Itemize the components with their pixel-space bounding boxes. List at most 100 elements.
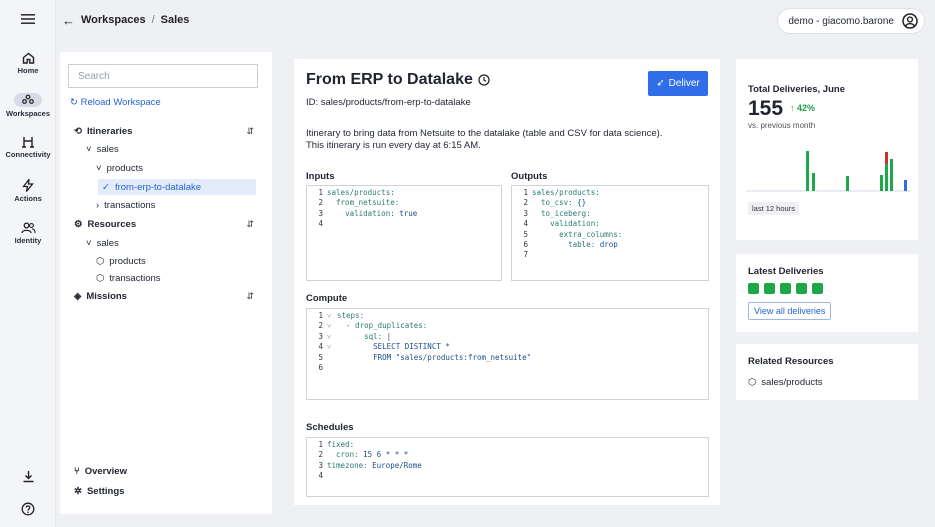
code-line[interactable]: 5 FROM "sales/products:from_netsuite" (307, 353, 708, 363)
back-arrow-icon[interactable]: ← (62, 13, 75, 28)
range-chip[interactable]: last 12 hours (748, 202, 799, 215)
fold-icon: ˅ (327, 331, 332, 341)
fold-icon (327, 353, 337, 363)
code-line[interactable]: 4 (307, 471, 708, 481)
code-line[interactable]: 3 timezone: Europe/Rome (307, 461, 708, 471)
user-menu[interactable]: demo - giacomo.barone (777, 8, 925, 34)
delivery-status-dot[interactable] (796, 283, 807, 294)
code-line[interactable]: 3 validation: true (307, 209, 501, 219)
clock-icon (478, 74, 490, 86)
breadcrumb-workspaces[interactable]: Workspaces (81, 14, 146, 26)
tree-selected-label: from-erp-to-datalake (114, 181, 202, 193)
delivery-status-dot[interactable] (780, 283, 791, 294)
code-line[interactable]: 1 sales/products: (512, 188, 708, 198)
tree-products[interactable]: ˅ products (96, 163, 143, 174)
fold-icon (327, 363, 337, 373)
tree-res-transactions[interactable]: ⬡ transactions (96, 273, 161, 284)
rail-workspaces-label: Workspaces (5, 109, 51, 118)
line-number: 3 (523, 208, 528, 218)
total-deliveries-title: Total Deliveries, June (748, 84, 845, 95)
rail-connectivity[interactable]: Connectivity (0, 136, 56, 159)
code-line[interactable]: 6 table: drop (512, 240, 708, 250)
deliveries-bar-chart (746, 151, 911, 192)
download-icon[interactable] (0, 470, 56, 485)
nav-overview[interactable]: ⑂ Overview (74, 466, 127, 477)
related-resource-item[interactable]: ⬡ sales/products (748, 377, 823, 388)
line-number: 3 (318, 331, 323, 341)
rail-workspaces[interactable]: Workspaces (0, 93, 56, 118)
code-line[interactable]: 4 (307, 219, 501, 229)
code-line[interactable]: 4 ˅ SELECT DISTINCT * (307, 342, 708, 352)
chevron-down-icon: ˅ (86, 238, 92, 249)
outputs-label: Outputs (511, 171, 548, 182)
delivery-status-dot[interactable] (748, 283, 759, 294)
nav-rail: Home Workspaces Connectivity Actions Ide… (0, 0, 56, 527)
breadcrumb: ← Workspaces / Sales (62, 13, 189, 28)
compute-editor[interactable]: 1 ˅ steps: 2 ˅ - drop_duplicates: 3 ˅ sql: | 4 ˅… (306, 308, 709, 400)
tree-res-sales[interactable]: ˅ sales (86, 238, 119, 249)
line-number: 2 (523, 198, 528, 208)
code-text: validation: (550, 219, 600, 229)
overview-label: Overview (84, 466, 127, 477)
line-number: 6 (318, 363, 323, 373)
code-text: to_iceberg: (541, 208, 591, 218)
code-line[interactable]: 3 to_iceberg: (512, 209, 708, 219)
help-icon[interactable] (0, 502, 56, 518)
code-line[interactable]: 3 ˅ sql: | (307, 332, 708, 342)
code-line[interactable]: 2 to_csv: {} (512, 198, 708, 208)
tree-resources[interactable]: ⚙ Resources (74, 219, 136, 230)
user-avatar-icon (902, 13, 918, 29)
delivery-status-dot[interactable] (764, 283, 775, 294)
outputs-editor[interactable]: 1 sales/products: 2 to_csv: {} 3 to_iceberg… (511, 185, 709, 281)
code-line[interactable]: 6 (307, 363, 708, 373)
line-number: 2 (318, 450, 323, 460)
schedules-editor[interactable]: 1 fixed: 2 cron: 15 6 * * * 3 timezone: Euro… (306, 437, 709, 497)
workspace-tree-panel: Search ↻ Reload Workspace ⟲ Itineraries … (60, 52, 272, 514)
missions-sort-icon[interactable]: ⇵ (246, 291, 254, 302)
code-line[interactable]: 2 cron: 15 6 * * * (307, 450, 708, 460)
reload-icon: ↻ (70, 97, 81, 108)
tree-missions[interactable]: ◈ Missions (74, 291, 127, 302)
deliver-button[interactable]: ➶ Deliver (648, 71, 708, 96)
cube-icon: ⬡ (748, 377, 757, 388)
missions-icon: ◈ (74, 291, 82, 302)
code-line[interactable]: 1 ˅ steps: (307, 311, 708, 321)
code-line[interactable]: 2 ˅ - drop_duplicates: (307, 321, 708, 331)
nav-settings[interactable]: ✲ Settings (74, 486, 124, 497)
delivery-status-dot[interactable] (812, 283, 823, 294)
total-deliveries-card: Total Deliveries, June 155 ↑ 42% vs. pre… (736, 59, 918, 240)
code-text: extra_columns: (559, 229, 623, 239)
tree-sales[interactable]: ˅ sales (86, 144, 119, 155)
tree-itineraries-label: Itineraries (86, 126, 133, 137)
tree-products-label: products (106, 163, 143, 174)
code-line[interactable]: 1 sales/products: (307, 188, 501, 198)
rail-identity[interactable]: Identity (0, 222, 56, 245)
tree-transactions[interactable]: › transactions (96, 200, 155, 211)
line-number: 3 (318, 208, 323, 218)
tree-selected-itinerary[interactable]: ✓ from-erp-to-datalake (98, 179, 256, 195)
rail-actions[interactable]: Actions (0, 179, 56, 203)
chart-bar-current (904, 180, 907, 191)
code-line[interactable]: 2 from_netsuite: (307, 198, 501, 208)
rail-home-label: Home (17, 66, 39, 75)
code-line[interactable]: 4 validation: (512, 219, 708, 229)
rail-home[interactable]: Home (0, 52, 56, 75)
view-all-deliveries-button[interactable]: View all deliveries (748, 302, 832, 320)
page-title: From ERP to Datalake (306, 71, 490, 89)
itineraries-sort-icon[interactable]: ⇵ (246, 126, 254, 137)
search-input[interactable]: Search (68, 64, 258, 88)
menu-icon[interactable] (0, 13, 56, 27)
chart-bar-error (885, 152, 888, 164)
code-text: timezone: Europe/Rome (327, 460, 422, 470)
tree-res-sales-label: sales (96, 238, 119, 249)
cube-icon: ⬡ (96, 256, 105, 267)
reload-workspace-link[interactable]: ↻ Reload Workspace (70, 97, 161, 108)
resources-sort-icon[interactable]: ⇵ (246, 219, 254, 230)
code-line[interactable]: 1 fixed: (307, 440, 708, 450)
line-number: 2 (318, 198, 323, 208)
code-line[interactable]: 7 (512, 250, 708, 260)
tree-res-products[interactable]: ⬡ products (96, 256, 146, 267)
tree-itineraries[interactable]: ⟲ Itineraries (74, 126, 132, 137)
inputs-editor[interactable]: 1 sales/products: 2 from_netsuite: 3 valida… (306, 185, 502, 281)
code-line[interactable]: 5 extra_columns: (512, 230, 708, 240)
